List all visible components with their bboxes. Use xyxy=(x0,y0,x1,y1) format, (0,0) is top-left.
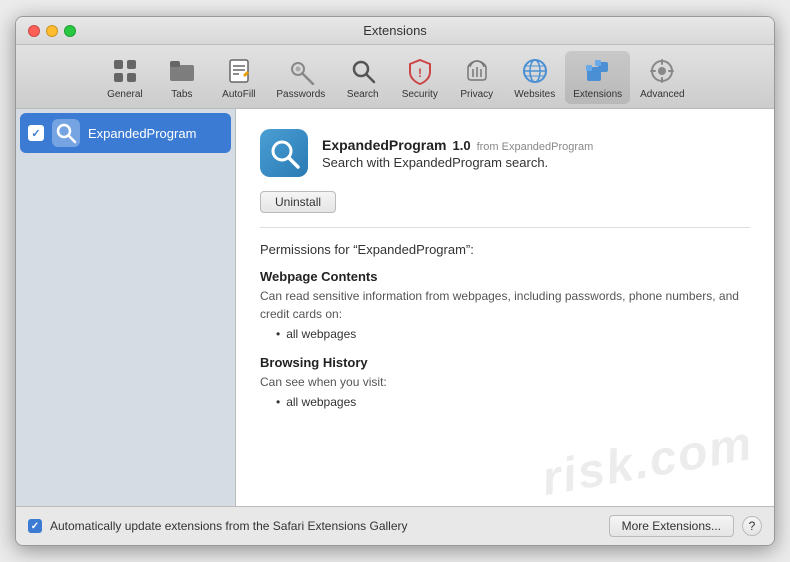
checkbox-check-icon: ✓ xyxy=(31,521,39,532)
toolbar-item-extensions[interactable]: Extensions xyxy=(565,51,630,104)
autofill-icon xyxy=(223,55,255,87)
ext-description: Search with ExpandedProgram search. xyxy=(322,155,593,170)
toolbar-item-privacy[interactable]: Privacy xyxy=(449,51,504,104)
perm-webpage-title: Webpage Contents xyxy=(260,269,750,284)
window-title: Extensions xyxy=(363,23,427,38)
extensions-label: Extensions xyxy=(573,89,622,100)
help-button[interactable]: ? xyxy=(742,516,762,536)
toolbar-item-search[interactable]: Search xyxy=(335,51,390,104)
main-window: Extensions General Tabs xyxy=(15,16,775,546)
security-label: Security xyxy=(402,89,438,100)
divider xyxy=(260,227,750,228)
passwords-icon xyxy=(285,55,317,87)
toolbar-item-general[interactable]: General xyxy=(97,51,152,104)
ext-info: ExpandedProgram 1.0 from ExpandedProgram… xyxy=(322,137,593,170)
toolbar-item-security[interactable]: ! Security xyxy=(392,51,447,104)
main-content: ✓ ExpandedProgram risk.com xyxy=(16,109,774,506)
ext-name-row: ExpandedProgram 1.0 from ExpandedProgram xyxy=(322,137,593,153)
uninstall-button[interactable]: Uninstall xyxy=(260,191,336,213)
more-extensions-button[interactable]: More Extensions... xyxy=(609,515,734,537)
toolbar-item-tabs[interactable]: Tabs xyxy=(154,51,209,104)
advanced-label: Advanced xyxy=(640,89,684,100)
maximize-button[interactable] xyxy=(64,25,76,37)
detail-panel: risk.com ExpandedProgram 1.0 from Expand… xyxy=(236,109,774,506)
checkmark-icon: ✓ xyxy=(31,127,40,140)
permissions-label: Permissions for “ExpandedProgram”: xyxy=(260,242,750,257)
perm-section-webpage: Webpage Contents Can read sensitive info… xyxy=(260,269,750,341)
security-icon: ! xyxy=(404,55,436,87)
passwords-label: Passwords xyxy=(276,89,325,100)
sidebar-ext-icon xyxy=(52,119,80,147)
title-bar: Extensions xyxy=(16,17,774,45)
websites-icon xyxy=(519,55,551,87)
perm-browsing-desc: Can see when you visit: xyxy=(260,373,750,391)
auto-update-checkbox[interactable]: ✓ xyxy=(28,519,42,533)
bottom-bar: ✓ Automatically update extensions from t… xyxy=(16,506,774,545)
tabs-label: Tabs xyxy=(171,89,192,100)
toolbar-item-advanced[interactable]: Advanced xyxy=(632,51,692,104)
websites-label: Websites xyxy=(514,89,555,100)
ext-author: from ExpandedProgram xyxy=(477,141,594,153)
tabs-icon xyxy=(166,55,198,87)
search-icon xyxy=(347,55,379,87)
sidebar-checkbox[interactable]: ✓ xyxy=(28,125,44,141)
ext-large-icon xyxy=(260,129,308,177)
privacy-icon xyxy=(461,55,493,87)
extensions-icon xyxy=(582,55,614,87)
autofill-label: AutoFill xyxy=(222,89,255,100)
toolbar-item-passwords[interactable]: Passwords xyxy=(268,51,333,104)
sidebar-ext-name: ExpandedProgram xyxy=(88,126,196,141)
general-icon xyxy=(109,55,141,87)
watermark: risk.com xyxy=(538,420,757,504)
advanced-icon xyxy=(646,55,678,87)
minimize-button[interactable] xyxy=(46,25,58,37)
svg-text:!: ! xyxy=(418,66,422,80)
perm-webpage-item: all webpages xyxy=(276,327,750,341)
toolbar-item-websites[interactable]: Websites xyxy=(506,51,563,104)
privacy-label: Privacy xyxy=(460,89,493,100)
perm-browsing-title: Browsing History xyxy=(260,355,750,370)
auto-update-label: Automatically update extensions from the… xyxy=(50,519,601,533)
perm-section-browsing: Browsing History Can see when you visit:… xyxy=(260,355,750,409)
toolbar: General Tabs AutoFill xyxy=(16,45,774,109)
general-label: General xyxy=(107,89,143,100)
sidebar-item-expandedprogram[interactable]: ✓ ExpandedProgram xyxy=(20,113,231,153)
traffic-lights xyxy=(28,25,76,37)
ext-name: ExpandedProgram xyxy=(322,137,446,153)
ext-version: 1.0 xyxy=(452,138,470,153)
close-button[interactable] xyxy=(28,25,40,37)
extension-header: ExpandedProgram 1.0 from ExpandedProgram… xyxy=(260,129,750,177)
perm-webpage-desc: Can read sensitive information from webp… xyxy=(260,287,750,323)
perm-browsing-list: all webpages xyxy=(260,395,750,409)
perm-browsing-item: all webpages xyxy=(276,395,750,409)
search-label: Search xyxy=(347,89,379,100)
sidebar: ✓ ExpandedProgram xyxy=(16,109,236,506)
perm-webpage-list: all webpages xyxy=(260,327,750,341)
toolbar-item-autofill[interactable]: AutoFill xyxy=(211,51,266,104)
